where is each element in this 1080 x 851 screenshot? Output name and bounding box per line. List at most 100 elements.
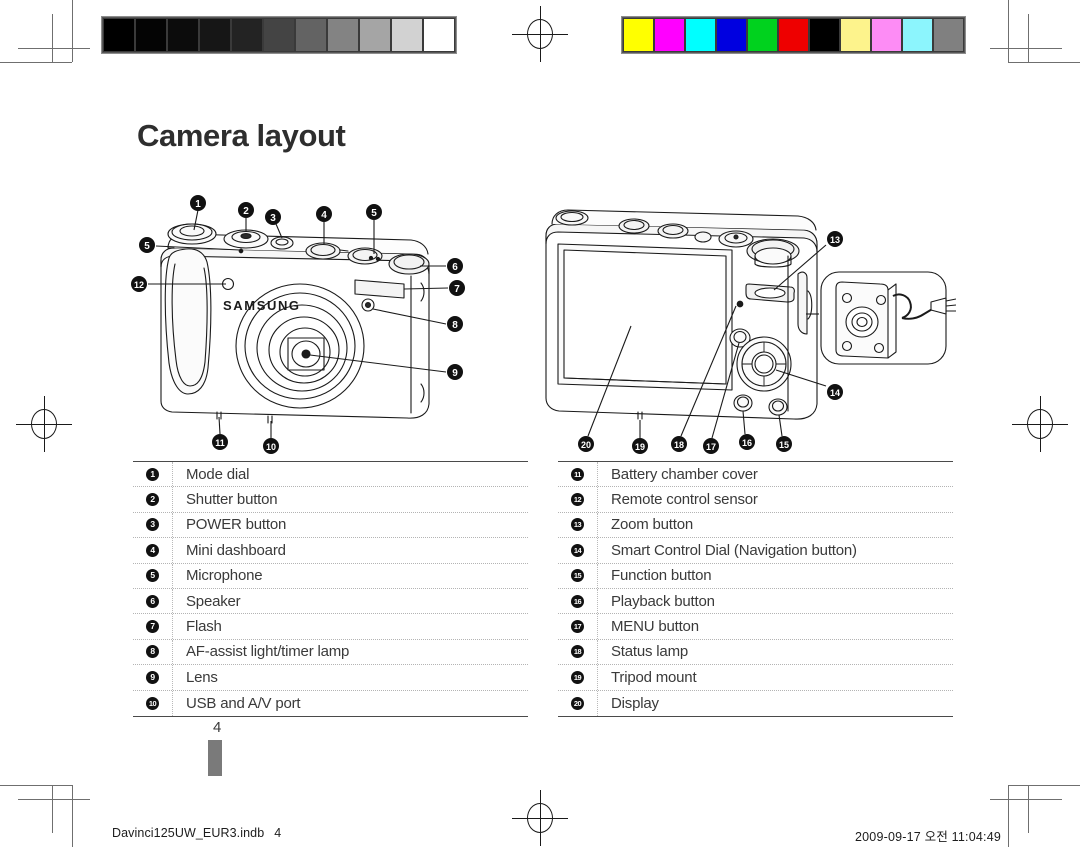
svg-text:7: 7 xyxy=(454,284,460,295)
legend-item: 17 MENU button xyxy=(558,614,953,640)
legend-label: Display xyxy=(611,694,659,712)
color-swatch xyxy=(685,18,716,52)
svg-text:1: 1 xyxy=(195,199,201,210)
callout-number: 6 xyxy=(133,588,173,614)
legend-item: 6 Speaker xyxy=(133,588,528,615)
svg-text:2: 2 xyxy=(243,206,249,217)
color-swatch xyxy=(778,18,809,52)
legend-label: USB and A/V port xyxy=(186,694,301,712)
registration-mark-left xyxy=(16,396,72,452)
color-swatch xyxy=(933,18,964,52)
svg-text:18: 18 xyxy=(674,440,684,450)
gray-swatch xyxy=(359,18,391,52)
callout-number: 7 xyxy=(133,614,173,639)
gray-swatch xyxy=(263,18,295,52)
color-swatch xyxy=(654,18,685,52)
gray-swatch xyxy=(135,18,167,52)
color-swatch xyxy=(871,18,902,52)
svg-text:SAMSUNG: SAMSUNG xyxy=(223,298,301,313)
callout-number: 10 xyxy=(133,690,173,716)
legend-label: Shutter button xyxy=(186,491,278,509)
svg-text:17: 17 xyxy=(706,442,716,452)
color-swatch xyxy=(747,18,778,52)
footer-filename-text: Davinci125UW_EUR3.indb xyxy=(112,826,265,840)
legend-list-left: 1 Mode dial 2 Shutter button 3 POWER but… xyxy=(133,461,528,717)
page-number: 4 xyxy=(213,719,222,736)
gray-swatch xyxy=(423,18,455,52)
svg-text:6: 6 xyxy=(452,262,458,273)
legend-item: 14 Smart Control Dial (Navigation button… xyxy=(558,538,953,564)
svg-text:15: 15 xyxy=(779,440,789,450)
camera-front-view: SAMSUNG 1 2 3 4 5 5 6 7 8 9 10 11 12 xyxy=(131,195,465,454)
legend-label: Tripod mount xyxy=(611,668,697,686)
callout-number: 1 xyxy=(133,462,173,487)
callout-number: 18 xyxy=(558,639,598,665)
svg-text:13: 13 xyxy=(830,235,840,245)
color-swatch xyxy=(716,18,747,52)
callout-number: 4 xyxy=(133,538,173,563)
svg-text:19: 19 xyxy=(635,442,645,452)
legend-item: 5 Microphone xyxy=(133,563,528,589)
registration-mark-top xyxy=(512,6,568,62)
registration-mark-bottom xyxy=(512,790,568,846)
callout-number: 14 xyxy=(558,538,598,563)
legend-item: 1 Mode dial xyxy=(133,462,528,488)
callout-number: 16 xyxy=(558,588,598,614)
crop-mark-top-left xyxy=(0,0,100,100)
legend-item: 12 Remote control sensor xyxy=(558,487,953,513)
legend-item: 16 Playback button xyxy=(558,588,953,615)
callout-number: 3 xyxy=(133,512,173,538)
legend-label: Lens xyxy=(186,668,218,686)
svg-text:12: 12 xyxy=(134,280,144,290)
legend-label: AF-assist light/timer lamp xyxy=(186,643,350,661)
svg-text:4: 4 xyxy=(321,210,327,221)
footer-filename: Davinci125UW_EUR3.indb 4 xyxy=(112,826,281,840)
color-swatch xyxy=(902,18,933,52)
gray-swatch xyxy=(295,18,327,52)
svg-text:5: 5 xyxy=(371,208,377,219)
gray-swatch xyxy=(391,18,423,52)
legend-list-right: 11 Battery chamber cover 12 Remote contr… xyxy=(558,461,953,717)
svg-text:14: 14 xyxy=(830,388,840,398)
callout-number: 9 xyxy=(133,665,173,690)
legend-item: 13 Zoom button xyxy=(558,512,953,539)
footer-page-text: 4 xyxy=(274,826,282,840)
svg-text:8: 8 xyxy=(452,320,458,331)
callout-number: 2 xyxy=(133,487,173,512)
callout-number: 19 xyxy=(558,665,598,690)
page-title: Camera layout xyxy=(137,118,346,153)
svg-text:3: 3 xyxy=(270,213,276,224)
legend-item: 4 Mini dashboard xyxy=(133,538,528,564)
page-marker-bar xyxy=(208,740,222,776)
crop-mark-top-right xyxy=(980,0,1080,100)
svg-text:11: 11 xyxy=(215,438,225,448)
manual-page: Camera layout SAMSUNG 1 2 3 4 5 5 6 7 8 … xyxy=(0,0,1080,851)
callout-number: 5 xyxy=(133,563,173,588)
svg-text:20: 20 xyxy=(581,440,591,450)
crop-mark-bottom-left xyxy=(0,755,100,851)
gray-swatch xyxy=(199,18,231,52)
legend-item: 15 Function button xyxy=(558,563,953,589)
legend-label: Flash xyxy=(186,618,222,636)
gray-swatch xyxy=(103,18,135,52)
callout-number: 20 xyxy=(558,690,598,716)
legend-label: POWER button xyxy=(186,516,287,534)
color-swatch xyxy=(840,18,871,52)
legend-item: 9 Lens xyxy=(133,665,528,691)
camera-rear-view: 13 14 15 16 17 18 19 20 xyxy=(545,209,956,454)
legend-item: 11 Battery chamber cover xyxy=(558,462,953,488)
callout-number: 15 xyxy=(558,563,598,588)
callout-number: 13 xyxy=(558,512,598,538)
legend-item: 8 AF-assist light/timer lamp xyxy=(133,639,528,666)
legend-label: Function button xyxy=(611,567,712,585)
registration-mark-right xyxy=(1012,396,1068,452)
svg-text:10: 10 xyxy=(266,442,276,452)
legend-item: 7 Flash xyxy=(133,614,528,640)
legend-item: 2 Shutter button xyxy=(133,487,528,513)
color-swatch xyxy=(623,18,654,52)
legend-item: 19 Tripod mount xyxy=(558,665,953,691)
legend-label: Speaker xyxy=(186,592,241,610)
legend-item: 20 Display xyxy=(558,690,953,716)
legend-label: MENU button xyxy=(611,618,699,636)
legend-label: Microphone xyxy=(186,567,263,585)
